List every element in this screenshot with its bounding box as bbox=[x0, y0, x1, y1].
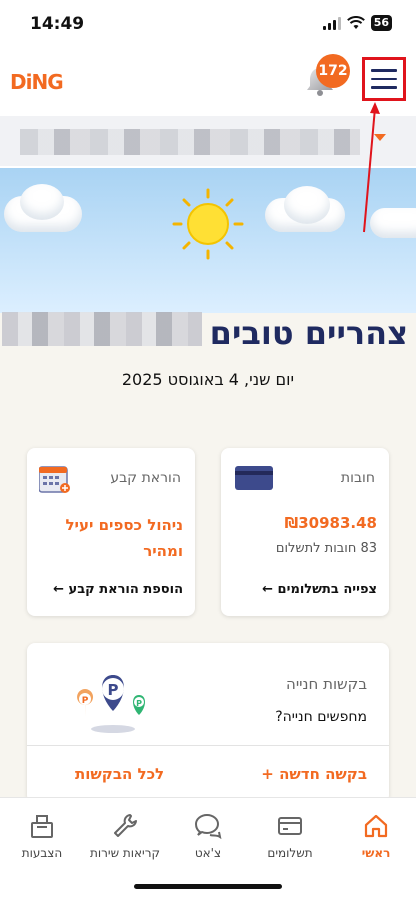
nav-votes[interactable]: הצבעות bbox=[2, 812, 82, 860]
nav-home[interactable]: ראשי bbox=[336, 812, 416, 860]
signal-icon bbox=[322, 16, 341, 30]
standing-order-title: הוראת קבע bbox=[110, 470, 181, 486]
view-payments-link[interactable]: צפייה בתשלומים ← bbox=[262, 582, 377, 597]
cloud-icon bbox=[20, 184, 64, 220]
ballot-box-icon bbox=[31, 815, 53, 838]
home-indicator bbox=[134, 884, 282, 889]
nav-chat[interactable]: צ'אט bbox=[168, 812, 248, 860]
nav-payments[interactable]: תשלומים bbox=[250, 812, 330, 860]
status-icons: 56 bbox=[322, 15, 392, 31]
wifi-icon bbox=[346, 16, 365, 29]
chat-icon bbox=[194, 813, 222, 840]
greeting-title: צהריים טובים bbox=[209, 314, 408, 352]
menu-button[interactable] bbox=[362, 57, 406, 101]
nav-home-label: ראשי bbox=[361, 846, 391, 860]
wrench-icon bbox=[114, 814, 137, 837]
cloud-icon bbox=[284, 186, 330, 224]
debts-title: חובות bbox=[340, 470, 375, 486]
account-selector[interactable] bbox=[0, 116, 416, 166]
svg-text:P: P bbox=[108, 681, 119, 699]
add-standing-order-link[interactable]: הוספת הוראת קבע ← bbox=[53, 582, 183, 597]
svg-text:P: P bbox=[82, 696, 89, 706]
parking-requests-card: בקשות חנייה מחפשים חנייה? P P P בקשה חדש… bbox=[27, 643, 389, 803]
weather-banner bbox=[0, 168, 416, 313]
debts-amount: ₪30983.48 bbox=[284, 514, 377, 532]
nav-payments-label: תשלומים bbox=[267, 846, 313, 860]
chevron-down-icon[interactable] bbox=[374, 134, 386, 141]
card-divider bbox=[27, 745, 389, 746]
parking-question: מחפשים חנייה? bbox=[275, 709, 367, 725]
nav-chat-label: צ'אט bbox=[194, 846, 222, 860]
payment-card-icon bbox=[278, 817, 302, 835]
credit-card-icon bbox=[235, 466, 273, 490]
debts-count: 83 חובות לתשלום bbox=[275, 541, 377, 556]
calendar-icon bbox=[39, 466, 70, 493]
standing-order-card[interactable]: הוראת קבע ניהול כספים יעיל ומהיר הוספת ה… bbox=[27, 448, 195, 616]
app-header: DiNG 172 bbox=[0, 50, 416, 114]
standing-order-headline: ניהול כספים יעיל ומהיר bbox=[65, 516, 183, 560]
battery-indicator: 56 bbox=[370, 15, 392, 31]
parking-title: בקשות חנייה bbox=[286, 675, 367, 693]
current-date: יום שני, 4 באוגוסט 2025 bbox=[121, 370, 295, 389]
nav-service-calls[interactable]: קריאות שירות bbox=[85, 812, 165, 860]
menu-icon-line bbox=[371, 69, 397, 72]
account-name-redacted bbox=[20, 129, 360, 155]
app-logo: DiNG bbox=[10, 70, 64, 94]
new-parking-request-button[interactable]: בקשה חדשה + bbox=[261, 765, 367, 783]
svg-text:P: P bbox=[136, 699, 142, 708]
cloud-icon bbox=[370, 208, 416, 238]
all-parking-requests-link[interactable]: לכל הבקשות bbox=[75, 765, 164, 783]
sun-icon bbox=[172, 188, 244, 260]
nav-service-calls-label: קריאות שירות bbox=[89, 846, 161, 860]
parking-pin-icon: P P P bbox=[77, 675, 145, 733]
user-name-redacted bbox=[2, 312, 202, 346]
menu-icon-line bbox=[371, 86, 397, 89]
nav-votes-label: הצבעות bbox=[21, 846, 63, 860]
status-time: 14:49 bbox=[30, 14, 85, 34]
home-icon bbox=[364, 814, 388, 838]
menu-icon-line bbox=[371, 77, 397, 81]
debts-card[interactable]: חובות ₪30983.48 83 חובות לתשלום צפייה בת… bbox=[221, 448, 389, 616]
status-bar: 14:49 56 bbox=[0, 0, 416, 50]
notification-badge[interactable]: 172 bbox=[316, 54, 350, 88]
